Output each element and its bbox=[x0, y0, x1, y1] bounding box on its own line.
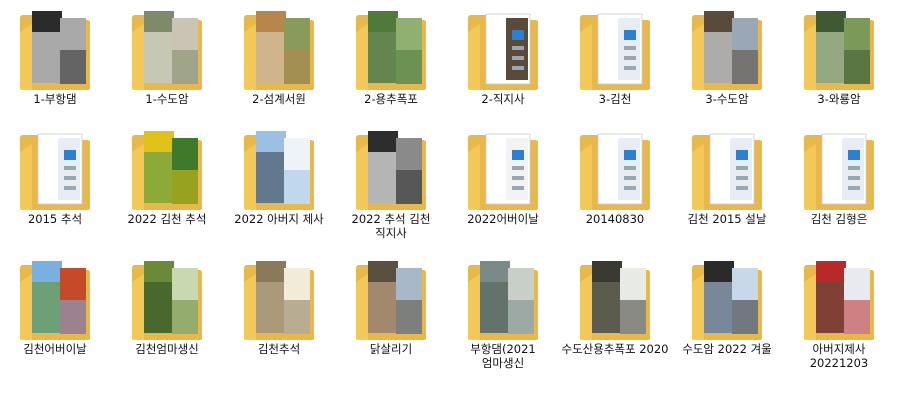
folder-label: 3-김천 bbox=[598, 92, 632, 106]
folder-label: 수도암 2022 겨울 bbox=[682, 342, 772, 356]
folder-label: 3-수도암 bbox=[705, 92, 749, 106]
folder-icon bbox=[18, 10, 92, 92]
folder-icon bbox=[466, 260, 540, 342]
folder-icon bbox=[354, 130, 428, 212]
folder-label: 김천추석 bbox=[257, 342, 301, 356]
folder-icon bbox=[242, 10, 316, 92]
folder-item[interactable]: 김천엄마생신 bbox=[112, 250, 222, 375]
folder-label: 2022 추석 김천 직지사 bbox=[351, 212, 431, 240]
folder-item[interactable]: 3-김천 bbox=[560, 0, 670, 125]
folder-label: 2022 김천 추석 bbox=[127, 212, 207, 226]
folder-label: 김천엄마생신 bbox=[135, 342, 199, 356]
folder-icon bbox=[242, 260, 316, 342]
folder-icon bbox=[354, 10, 428, 92]
folder-label: 1-부항댐 bbox=[33, 92, 77, 106]
folder-item[interactable]: 2022어버이날 bbox=[448, 120, 558, 245]
folder-icon bbox=[130, 130, 204, 212]
folder-item[interactable]: 김천 2015 설날 bbox=[672, 120, 782, 245]
folder-item[interactable]: 닭살리기 bbox=[336, 250, 446, 375]
folder-item[interactable]: 2022 아버지 제사 bbox=[224, 120, 334, 245]
folder-icon bbox=[466, 10, 540, 92]
folder-label: 닭살리기 bbox=[369, 342, 413, 356]
folder-icon bbox=[802, 130, 876, 212]
folder-icon bbox=[802, 10, 876, 92]
folder-item[interactable]: 2022 김천 추석 bbox=[112, 120, 222, 245]
folder-item[interactable]: 2-섬계서원 bbox=[224, 0, 334, 125]
folder-grid: 1-부항댐 1-수도암 2-섬계서원 2-용추폭포 2-직지사 3-김천 3-수도암 3-와룡… bbox=[0, 0, 903, 405]
folder-label: 2022어버이날 bbox=[467, 212, 539, 226]
folder-icon bbox=[690, 10, 764, 92]
folder-icon bbox=[18, 130, 92, 212]
folder-label: 2-섬계서원 bbox=[252, 92, 306, 106]
folder-item[interactable]: 아버지제사 20221203 bbox=[784, 250, 894, 375]
folder-icon bbox=[466, 130, 540, 212]
folder-item[interactable]: 수도암 2022 겨울 bbox=[672, 250, 782, 375]
folder-icon bbox=[130, 10, 204, 92]
folder-item[interactable]: 20140830 bbox=[560, 120, 670, 245]
folder-icon bbox=[578, 260, 652, 342]
folder-label: 김천 2015 설날 bbox=[687, 212, 767, 226]
folder-item[interactable]: 2015 추석 bbox=[0, 120, 110, 245]
folder-item[interactable]: 1-수도암 bbox=[112, 0, 222, 125]
folder-icon bbox=[242, 130, 316, 212]
folder-item[interactable]: 2022 추석 김천 직지사 bbox=[336, 120, 446, 245]
folder-label: 2022 아버지 제사 bbox=[234, 212, 324, 226]
folder-label: 2015 추석 bbox=[27, 212, 83, 226]
folder-icon bbox=[690, 130, 764, 212]
folder-item[interactable]: 2-직지사 bbox=[448, 0, 558, 125]
folder-icon bbox=[690, 260, 764, 342]
folder-icon bbox=[802, 260, 876, 342]
folder-label: 수도산용추폭포 2020 bbox=[561, 342, 669, 356]
folder-icon bbox=[354, 260, 428, 342]
folder-label: 김천 김형은 bbox=[810, 212, 868, 226]
folder-item[interactable]: 부항댐(2021 엄마생신 bbox=[448, 250, 558, 375]
folder-item[interactable]: 3-와룡암 bbox=[784, 0, 894, 125]
folder-icon bbox=[18, 260, 92, 342]
folder-label: 2-용추폭포 bbox=[364, 92, 418, 106]
folder-item[interactable]: 2-용추폭포 bbox=[336, 0, 446, 125]
folder-label: 부항댐(2021 엄마생신 bbox=[470, 342, 536, 370]
folder-label: 김천어버이날 bbox=[23, 342, 87, 356]
folder-label: 3-와룡암 bbox=[817, 92, 861, 106]
folder-item[interactable]: 김천 김형은 bbox=[784, 120, 894, 245]
folder-item[interactable]: 1-부항댐 bbox=[0, 0, 110, 125]
folder-label: 20140830 bbox=[585, 212, 645, 226]
folder-label: 1-수도암 bbox=[145, 92, 189, 106]
folder-item[interactable]: 김천어버이날 bbox=[0, 250, 110, 375]
folder-icon bbox=[578, 130, 652, 212]
folder-icon bbox=[130, 260, 204, 342]
folder-icon bbox=[578, 10, 652, 92]
folder-item[interactable]: 김천추석 bbox=[224, 250, 334, 375]
folder-item[interactable]: 3-수도암 bbox=[672, 0, 782, 125]
folder-item[interactable]: 수도산용추폭포 2020 bbox=[560, 250, 670, 375]
folder-label: 아버지제사 20221203 bbox=[809, 342, 869, 370]
folder-label: 2-직지사 bbox=[481, 92, 525, 106]
